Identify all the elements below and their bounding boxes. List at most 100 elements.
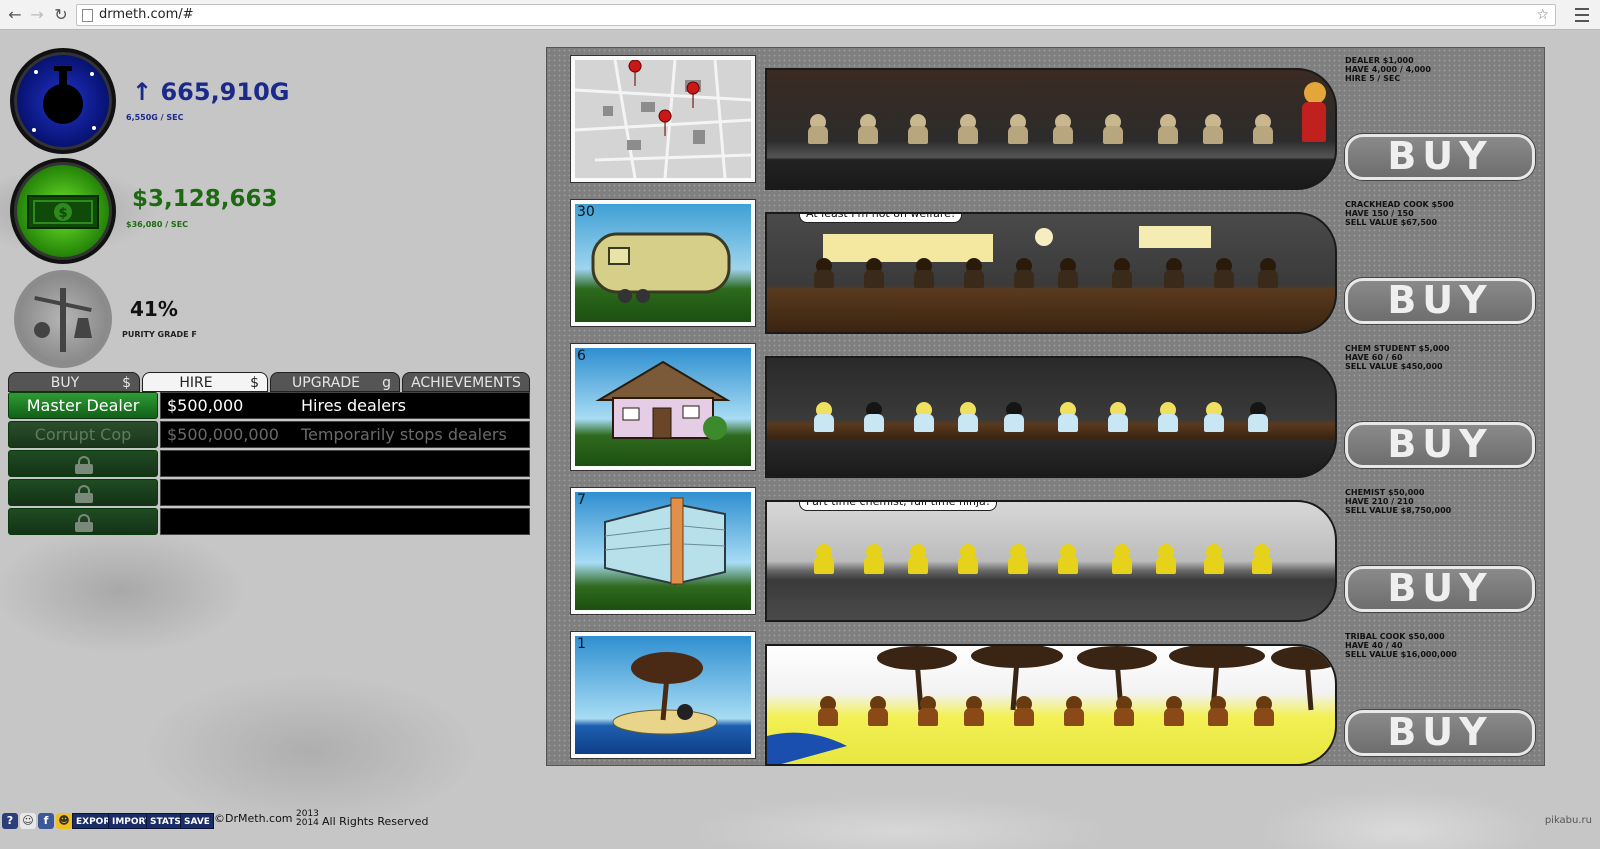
island-icon[interactable]: 1 — [571, 632, 755, 758]
lamp-icon — [1035, 228, 1053, 246]
dealer-scene — [765, 68, 1337, 190]
business-price: CHEMIST $50,000 — [1345, 488, 1425, 497]
scale-icon — [14, 270, 112, 368]
tribal-figure — [1113, 696, 1135, 726]
buy-crackhead-cook-button[interactable]: BUY — [1345, 278, 1535, 324]
svg-text:$: $ — [58, 206, 67, 221]
list-item — [8, 508, 532, 535]
address-bar[interactable]: drmeth.com/# ☆ — [76, 4, 1556, 26]
business-panel: DEALER $1,000 HAVE 4,000 / 4,000 HIRE 5 … — [546, 47, 1545, 766]
buy-chem-student-button[interactable]: BUY — [1345, 422, 1535, 468]
hire-price: $500,000 — [167, 396, 244, 415]
locked-hire-button — [8, 479, 158, 506]
hire-info — [160, 479, 530, 506]
help-icon[interactable]: ? — [2, 813, 18, 829]
tribal-figure — [963, 696, 985, 726]
boss-figure — [1301, 82, 1327, 142]
buy-dealer-button[interactable]: BUY — [1345, 134, 1535, 180]
crackhead-figure — [1213, 258, 1235, 288]
tab-upgrade[interactable]: UPGRADE g — [270, 372, 400, 392]
business-have: HAVE 40 / 40 — [1345, 641, 1403, 650]
reload-icon[interactable]: ↻ — [50, 4, 72, 26]
speech-bubble: Part time chemist, full time ninja! — [799, 502, 998, 511]
chemist-figure — [907, 544, 929, 574]
student-figure — [913, 402, 935, 432]
dealer-figure — [807, 114, 829, 144]
copyright-years: 2013 2014 — [296, 810, 319, 828]
url-text: drmeth.com/# — [99, 7, 194, 22]
list-item: Master Dealer $500,000 Hires dealers — [8, 392, 532, 419]
business-have: HAVE 4,000 / 4,000 — [1345, 65, 1431, 74]
owned-count: 1 — [577, 636, 586, 652]
browser-toolbar: ← → ↻ drmeth.com/# ☆ — [0, 0, 1600, 30]
hire-corrupt-cop-button[interactable]: Corrupt Cop — [8, 421, 158, 448]
hire-master-dealer-button[interactable]: Master Dealer — [8, 392, 158, 419]
dollar-bill-icon: $ — [10, 158, 116, 264]
reddit-icon[interactable]: ☺ — [20, 813, 36, 829]
meth-rate: 6,550G / SEC — [126, 113, 184, 122]
tab-hire[interactable]: HIRE $ — [142, 372, 268, 392]
forward-arrow-icon[interactable]: → — [26, 4, 48, 26]
tribal-scene — [765, 644, 1337, 766]
chemist-figure — [1111, 544, 1133, 574]
bookmark-star-icon[interactable]: ☆ — [1536, 5, 1549, 25]
tab-buy-label: BUY — [50, 375, 80, 391]
chemist-figure — [813, 544, 835, 574]
business-rate: HIRE 5 / SEC — [1345, 74, 1401, 83]
chemist-figure — [1251, 544, 1273, 574]
tab-hire-currency: $ — [250, 375, 259, 391]
student-figure — [863, 402, 885, 432]
buy-tribal-cook-button[interactable]: BUY — [1345, 710, 1535, 756]
lock-icon — [73, 514, 95, 532]
business-sell-value: SELL VALUE $8,750,000 — [1345, 506, 1452, 515]
hire-description: Temporarily stops dealers — [301, 425, 507, 444]
hire-info — [160, 508, 530, 535]
student-figure — [1057, 402, 1079, 432]
menu-icon[interactable] — [1572, 4, 1592, 26]
dealer-figure — [857, 114, 879, 144]
city-map-icon[interactable] — [571, 56, 755, 182]
dealer-figure — [1052, 114, 1074, 144]
crackhead-figure — [813, 258, 835, 288]
tab-buy[interactable]: BUY $ — [8, 372, 140, 392]
tab-upgrade-currency: g — [382, 375, 391, 391]
business-sell-value: SELL VALUE $67,500 — [1345, 218, 1438, 227]
tab-achievements[interactable]: ACHIEVEMENTS — [402, 372, 530, 392]
dealer-figure — [1102, 114, 1124, 144]
crackhead-figure — [1057, 258, 1079, 288]
shop-tabs: BUY $ HIRE $ UPGRADE g ACHIEVEMENTS — [8, 372, 530, 392]
business-row-chem-student: 6 CHEM STUDENT $5,000 HAVE 60 / 60 SELL … — [547, 336, 1546, 478]
back-arrow-icon[interactable]: ← — [4, 4, 26, 26]
student-figure — [1157, 402, 1179, 432]
business-have: HAVE 60 / 60 — [1345, 353, 1403, 362]
business-info: CRACKHEAD COOK $500 HAVE 150 / 150 SELL … — [1345, 200, 1535, 227]
watermark: pikabu.ru — [1544, 815, 1592, 826]
business-row-chemist: 7 Part time chemist, full time ninja! CH… — [547, 480, 1546, 622]
purity-grade: PURITY GRADE F — [122, 330, 197, 339]
dealer-figure — [1157, 114, 1179, 144]
business-sell-value: SELL VALUE $16,000,000 — [1345, 650, 1457, 659]
tab-achievements-label: ACHIEVEMENTS — [411, 375, 521, 391]
office-building-icon[interactable]: 7 — [571, 488, 755, 614]
hire-info: $500,000,000 Temporarily stops dealers — [160, 421, 530, 448]
chemist-figure — [1203, 544, 1225, 574]
chemist-figure — [863, 544, 885, 574]
tribal-figure — [867, 696, 889, 726]
tribal-figure — [1163, 696, 1185, 726]
facebook-icon[interactable]: f — [38, 813, 54, 829]
buy-chemist-button[interactable]: BUY — [1345, 566, 1535, 612]
chemist-figure — [1007, 544, 1029, 574]
house-icon[interactable]: 6 — [571, 344, 755, 470]
business-info: TRIBAL COOK $50,000 HAVE 40 / 40 SELL VA… — [1345, 632, 1535, 659]
trailer-icon[interactable]: 30 — [571, 200, 755, 326]
save-button[interactable]: SAVE — [180, 813, 214, 829]
owned-count: 6 — [577, 348, 586, 364]
list-item — [8, 450, 532, 477]
chemist-figure — [1155, 544, 1177, 574]
student-figure — [957, 402, 979, 432]
dealer-figure — [957, 114, 979, 144]
stats-button[interactable]: STATS — [146, 813, 185, 829]
rights-text: All Rights Reserved — [322, 815, 429, 828]
smiley-icon[interactable]: ☻ — [56, 813, 72, 829]
crackhead-figure — [1013, 258, 1035, 288]
